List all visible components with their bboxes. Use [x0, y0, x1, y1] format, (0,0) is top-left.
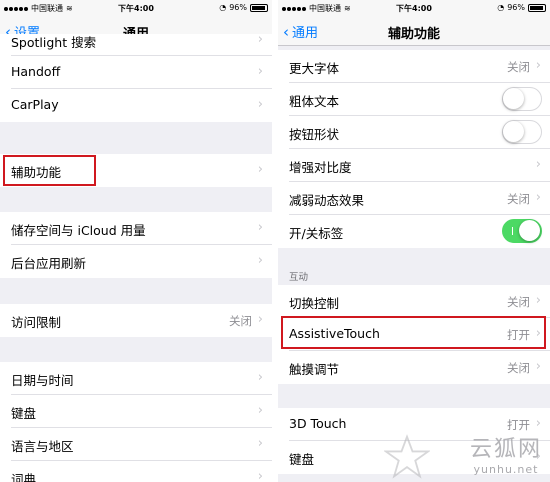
- settings-list: Spotlight 搜索 › Handoff › CarPlay › 辅助功能 …: [0, 32, 272, 482]
- accessibility-list: 更大字体 关闭 › 粗体文本 按钮形状 增强对比度 › 减弱动态效果 关闭 › …: [278, 46, 550, 482]
- chevron-right-icon: ›: [535, 416, 541, 431]
- chevron-right-icon: ›: [535, 190, 541, 205]
- chevron-right-icon: ›: [257, 312, 263, 327]
- lock-rotation-icon: ◔: [497, 3, 505, 12]
- section-label-interaction: 互动: [289, 272, 309, 283]
- row-value: 关闭: [507, 295, 530, 309]
- status-bar: 中国联通 ≋ 下午4:00 ◔ 96%: [0, 0, 272, 16]
- row-label: 3D Touch: [289, 416, 347, 431]
- chevron-right-icon: ›: [257, 97, 263, 112]
- nav-bar: ‹ 通用 辅助功能: [278, 16, 550, 46]
- row-label: 增强对比度: [289, 160, 352, 175]
- row-background-refresh[interactable]: 后台应用刷新 ›: [0, 245, 272, 278]
- row-label: 触摸调节: [289, 362, 340, 377]
- row-value: 打开: [507, 328, 530, 342]
- row-label: 语言与地区: [11, 439, 74, 454]
- chevron-right-icon: ›: [535, 293, 541, 308]
- watermark: 云狐网 yunhu.net: [470, 431, 542, 476]
- watermark-url: yunhu.net: [473, 463, 539, 476]
- row-label: 键盘: [11, 406, 37, 421]
- chevron-right-icon: ›: [257, 32, 263, 47]
- battery-percent: 96%: [229, 3, 247, 12]
- bold-text-toggle[interactable]: [502, 87, 542, 111]
- row-button-shapes: 按钮形状: [278, 116, 550, 149]
- chevron-right-icon: ›: [535, 359, 541, 374]
- row-date-time[interactable]: 日期与时间 ›: [0, 362, 272, 395]
- row-value: 关闭: [229, 314, 252, 328]
- row-label: 词典: [11, 472, 37, 482]
- chevron-right-icon: ›: [257, 469, 263, 482]
- row-bold-text: 粗体文本: [278, 83, 550, 116]
- row-storage-icloud[interactable]: 储存空间与 iCloud 用量 ›: [0, 212, 272, 245]
- row-increase-contrast[interactable]: 增强对比度 ›: [278, 149, 550, 182]
- row-label: Spotlight 搜索: [11, 35, 97, 50]
- row-reduce-motion[interactable]: 减弱动态效果 关闭 ›: [278, 182, 550, 215]
- row-label: 减弱动态效果: [289, 193, 365, 208]
- watermark-star-icon: [384, 434, 430, 479]
- right-screen-accessibility: 中国联通 ≋ 下午4:00 ◔ 96% ‹ 通用 辅助功能 更大字体 关闭 › …: [278, 0, 550, 482]
- chevron-right-icon: ›: [535, 326, 541, 341]
- row-label: 辅助功能: [11, 165, 62, 180]
- row-dictionary[interactable]: 词典 ›: [0, 461, 272, 482]
- row-touch-accommodations[interactable]: 触摸调节 关闭 ›: [278, 351, 550, 384]
- chevron-right-icon: ›: [535, 58, 541, 73]
- row-label: 日期与时间: [11, 373, 74, 388]
- row-label: 更大字体: [289, 61, 340, 76]
- row-switch-control[interactable]: 切换控制 关闭 ›: [278, 285, 550, 318]
- button-shapes-toggle[interactable]: [502, 120, 542, 144]
- page-title: 辅助功能: [387, 27, 440, 42]
- row-larger-text[interactable]: 更大字体 关闭 ›: [278, 50, 550, 83]
- row-accessibility[interactable]: 辅助功能 ›: [0, 154, 272, 187]
- row-label: 按钮形状: [289, 127, 340, 142]
- row-label: 切换控制: [289, 296, 340, 311]
- row-value: 关闭: [507, 60, 530, 74]
- row-label: 开/关标签: [289, 226, 344, 241]
- row-label: CarPlay: [11, 97, 59, 112]
- chevron-right-icon: ›: [257, 370, 263, 385]
- chevron-right-icon: ›: [257, 64, 263, 79]
- row-label: Handoff: [11, 64, 61, 79]
- row-label: AssistiveTouch: [289, 326, 380, 341]
- chevron-right-icon: ›: [257, 403, 263, 418]
- row-value: 关闭: [507, 192, 530, 206]
- row-label: 访问限制: [11, 315, 62, 330]
- on-off-labels-toggle[interactable]: [502, 219, 542, 243]
- row-carplay[interactable]: CarPlay ›: [0, 89, 272, 122]
- row-label: 粗体文本: [289, 94, 340, 109]
- row-restrictions[interactable]: 访问限制 关闭 ›: [0, 304, 272, 337]
- chevron-right-icon: ›: [257, 220, 263, 235]
- chevron-right-icon: ›: [257, 253, 263, 268]
- chevron-right-icon: ›: [257, 436, 263, 451]
- row-on-off-labels: 开/关标签: [278, 215, 550, 248]
- chevron-right-icon: ›: [257, 162, 263, 177]
- battery-icon: [528, 3, 546, 12]
- row-value: 关闭: [507, 361, 530, 375]
- watermark-text: 云狐网: [469, 437, 542, 462]
- row-label: 键盘: [289, 452, 315, 467]
- chevron-right-icon: ›: [535, 157, 541, 172]
- left-screen-general: 中国联通 ≋ 下午4:00 ◔ 96% ‹ 设置 通用 Spotlight 搜索…: [0, 0, 272, 482]
- lock-rotation-icon: ◔: [219, 3, 227, 12]
- row-label: 储存空间与 iCloud 用量: [11, 223, 146, 238]
- battery-percent: 96%: [507, 3, 525, 12]
- status-bar: 中国联通 ≋ 下午4:00 ◔ 96%: [278, 0, 550, 16]
- battery-icon: [250, 3, 268, 12]
- row-label: 后台应用刷新: [11, 256, 87, 271]
- row-spotlight[interactable]: Spotlight 搜索 ›: [0, 32, 272, 56]
- row-handoff[interactable]: Handoff ›: [0, 56, 272, 89]
- row-language-region[interactable]: 语言与地区 ›: [0, 428, 272, 461]
- row-assistivetouch[interactable]: AssistiveTouch 打开 ›: [278, 318, 550, 351]
- row-keyboard[interactable]: 键盘 ›: [0, 395, 272, 428]
